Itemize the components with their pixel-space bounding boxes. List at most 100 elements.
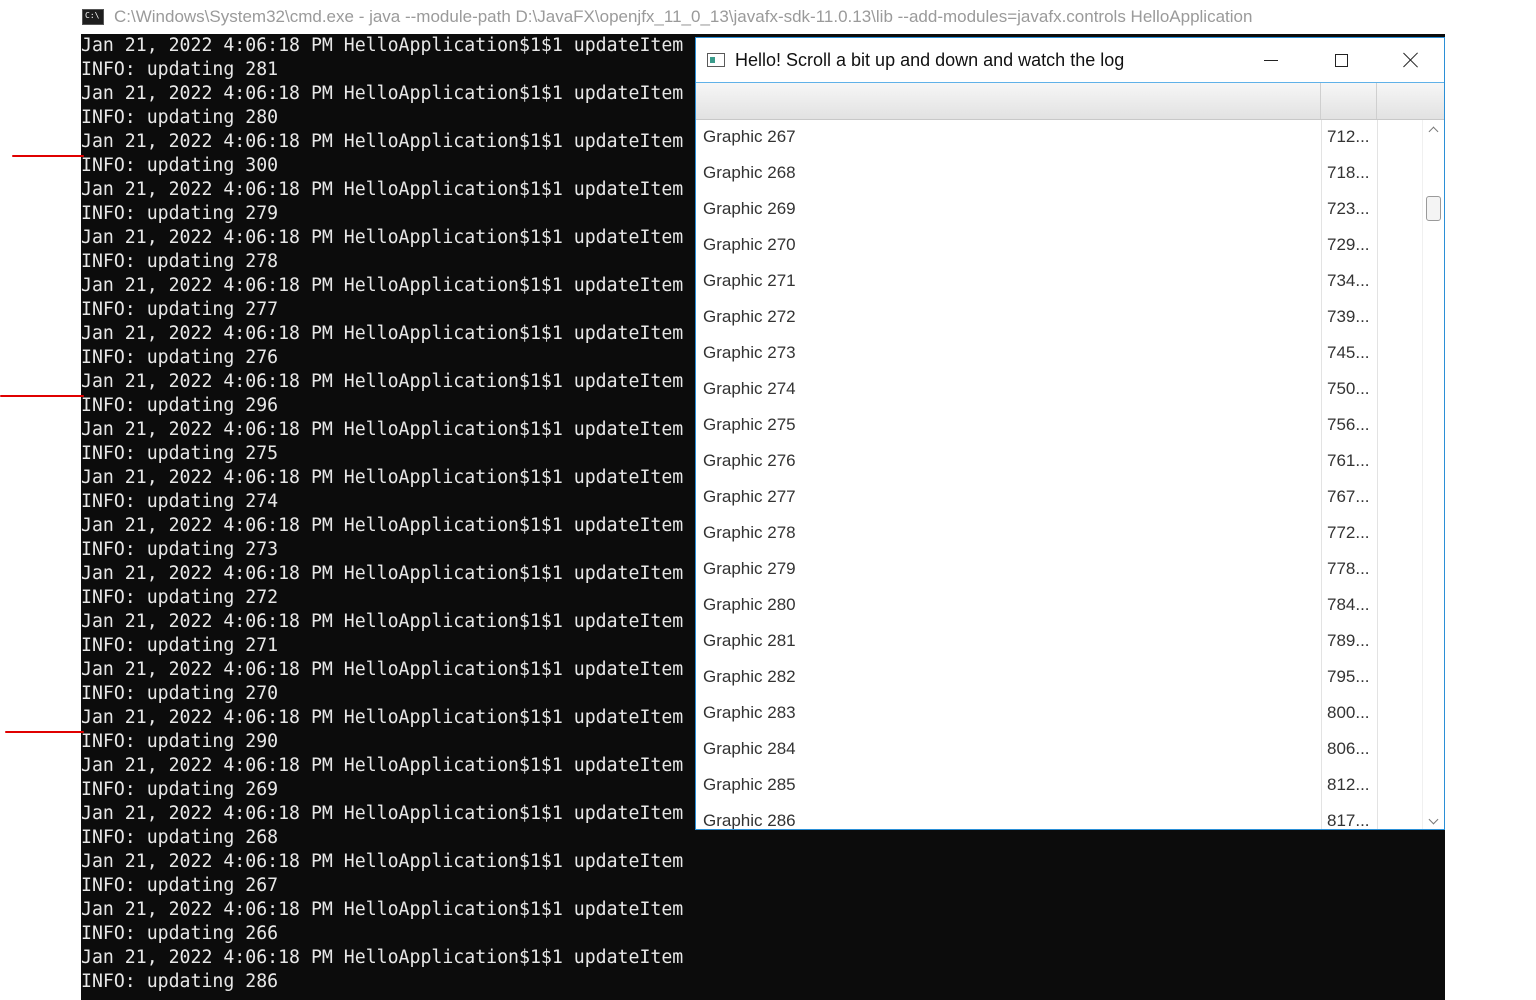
console-line: INFO: updating 268 (81, 827, 279, 848)
cmd-titlebar[interactable]: C:\ C:\Windows\System32\cmd.exe - java -… (82, 0, 1536, 34)
console-line: INFO: updating 272 (81, 587, 279, 608)
app-icon (707, 53, 725, 67)
cell-size: 817... (1327, 811, 1370, 829)
console-line: INFO: updating 280 (81, 107, 279, 128)
cell-size: 718... (1327, 163, 1370, 182)
table-row[interactable]: Graphic 275 756... (696, 407, 1422, 443)
annotation-mark (0, 395, 84, 397)
cell-size: 734... (1327, 271, 1370, 290)
table-row[interactable]: Graphic 284 806... (696, 731, 1422, 767)
close-button[interactable] (1376, 38, 1446, 82)
table-row[interactable]: Graphic 273 745... (696, 335, 1422, 371)
table-row[interactable]: Graphic 276 761... (696, 443, 1422, 479)
cmd-app-icon: C:\ (82, 9, 104, 25)
table-row[interactable]: Graphic 267 712... (696, 120, 1422, 155)
fx-titlebar[interactable]: Hello! Scroll a bit up and down and watc… (696, 38, 1444, 82)
console-line: Jan 21, 2022 4:06:18 PM HelloApplication… (81, 611, 684, 632)
cell-size: 750... (1327, 379, 1370, 398)
console-line: INFO: updating 278 (81, 251, 279, 272)
scroll-down-button[interactable] (1423, 812, 1444, 829)
console-line: INFO: updating 273 (81, 539, 279, 560)
console-line: Jan 21, 2022 4:06:18 PM HelloApplication… (81, 563, 684, 584)
cell-size: 739... (1327, 307, 1370, 326)
console-line: Jan 21, 2022 4:06:18 PM HelloApplication… (81, 467, 684, 488)
table-row[interactable]: Graphic 269 723... (696, 191, 1422, 227)
cell-size: 772... (1327, 523, 1370, 542)
cell-name: Graphic 271 (703, 271, 796, 290)
cell-name: Graphic 279 (703, 559, 796, 578)
console-line: INFO: updating 279 (81, 203, 279, 224)
console-line: INFO: updating 266 (81, 923, 279, 944)
cell-size: 723... (1327, 199, 1370, 218)
cmd-window-title: C:\Windows\System32\cmd.exe - java --mod… (114, 7, 1253, 26)
cell-name: Graphic 273 (703, 343, 796, 362)
table-row[interactable]: Graphic 283 800... (696, 695, 1422, 731)
console-line: Jan 21, 2022 4:06:18 PM HelloApplication… (81, 803, 684, 824)
scroll-thumb[interactable] (1426, 196, 1441, 221)
cell-name: Graphic 281 (703, 631, 796, 650)
console-line: Jan 21, 2022 4:06:18 PM HelloApplication… (81, 227, 684, 248)
cell-name: Graphic 270 (703, 235, 796, 254)
console-line: INFO: updating 274 (81, 491, 279, 512)
table-row[interactable]: Graphic 281 789... (696, 623, 1422, 659)
console-line: INFO: updating 290 (81, 731, 279, 752)
console-line: Jan 21, 2022 4:06:18 PM HelloApplication… (81, 899, 684, 920)
cell-name: Graphic 275 (703, 415, 796, 434)
console-line: Jan 21, 2022 4:06:18 PM HelloApplication… (81, 323, 684, 344)
console-line: INFO: updating 300 (81, 155, 279, 176)
console-line: INFO: updating 267 (81, 875, 279, 896)
column-header-name[interactable] (696, 83, 1321, 119)
column-header-size[interactable] (1321, 83, 1377, 119)
cell-name: Graphic 267 (703, 127, 796, 146)
table-row[interactable]: Graphic 278 772... (696, 515, 1422, 551)
console-line: Jan 21, 2022 4:06:18 PM HelloApplication… (81, 35, 684, 56)
fx-window[interactable]: Hello! Scroll a bit up and down and watc… (695, 37, 1445, 830)
console-line: Jan 21, 2022 4:06:18 PM HelloApplication… (81, 83, 684, 104)
table-row[interactable]: Graphic 270 729... (696, 227, 1422, 263)
console-line: INFO: updating 281 (81, 59, 279, 80)
maximize-button[interactable] (1306, 38, 1376, 82)
chevron-up-icon (1428, 126, 1439, 136)
minimize-button[interactable] (1236, 38, 1306, 82)
console-line: INFO: updating 286 (81, 971, 279, 992)
close-icon (1403, 52, 1419, 68)
cell-size: 812... (1327, 775, 1370, 794)
cell-name: Graphic 276 (703, 451, 796, 470)
table-row[interactable]: Graphic 271 734... (696, 263, 1422, 299)
cell-name: Graphic 284 (703, 739, 796, 758)
cell-size: 756... (1327, 415, 1370, 434)
console-line: Jan 21, 2022 4:06:18 PM HelloApplication… (81, 851, 684, 872)
vertical-scrollbar[interactable] (1422, 120, 1444, 829)
console-line: INFO: updating 269 (81, 779, 279, 800)
console-line: Jan 21, 2022 4:06:18 PM HelloApplication… (81, 275, 684, 296)
table-view[interactable]: Graphic 267 712... Graphic 268 718... Graphi… (696, 82, 1444, 829)
console-line: INFO: updating 276 (81, 347, 279, 368)
cell-size: 729... (1327, 235, 1370, 254)
table-rows[interactable]: Graphic 267 712... Graphic 268 718... Graphi… (696, 120, 1422, 829)
cell-size: 795... (1327, 667, 1370, 686)
maximize-icon (1334, 53, 1348, 67)
table-row[interactable]: Graphic 282 795... (696, 659, 1422, 695)
table-row[interactable]: Graphic 277 767... (696, 479, 1422, 515)
table-row[interactable]: Graphic 280 784... (696, 587, 1422, 623)
table-row[interactable]: Graphic 285 812... (696, 767, 1422, 803)
table-row[interactable]: Graphic 268 718... (696, 155, 1422, 191)
cell-name: Graphic 269 (703, 199, 796, 218)
console-line: Jan 21, 2022 4:06:18 PM HelloApplication… (81, 707, 684, 728)
table-row[interactable]: Graphic 274 750... (696, 371, 1422, 407)
column-header-extra[interactable] (1377, 83, 1444, 119)
cell-name: Graphic 277 (703, 487, 796, 506)
table-row[interactable]: Graphic 272 739... (696, 299, 1422, 335)
fx-window-title: Hello! Scroll a bit up and down and watc… (735, 49, 1125, 70)
table-row[interactable]: Graphic 286 817... (696, 803, 1422, 829)
cell-name: Graphic 283 (703, 703, 796, 722)
console-line: Jan 21, 2022 4:06:18 PM HelloApplication… (81, 131, 684, 152)
console-line: INFO: updating 277 (81, 299, 279, 320)
cell-size: 712... (1327, 127, 1370, 146)
table-row[interactable]: Graphic 279 778... (696, 551, 1422, 587)
cell-name: Graphic 278 (703, 523, 796, 542)
scroll-up-button[interactable] (1423, 120, 1444, 138)
cell-name: Graphic 272 (703, 307, 796, 326)
cmd-app-icon-label: C:\ (85, 11, 100, 20)
minimize-icon (1264, 59, 1278, 61)
